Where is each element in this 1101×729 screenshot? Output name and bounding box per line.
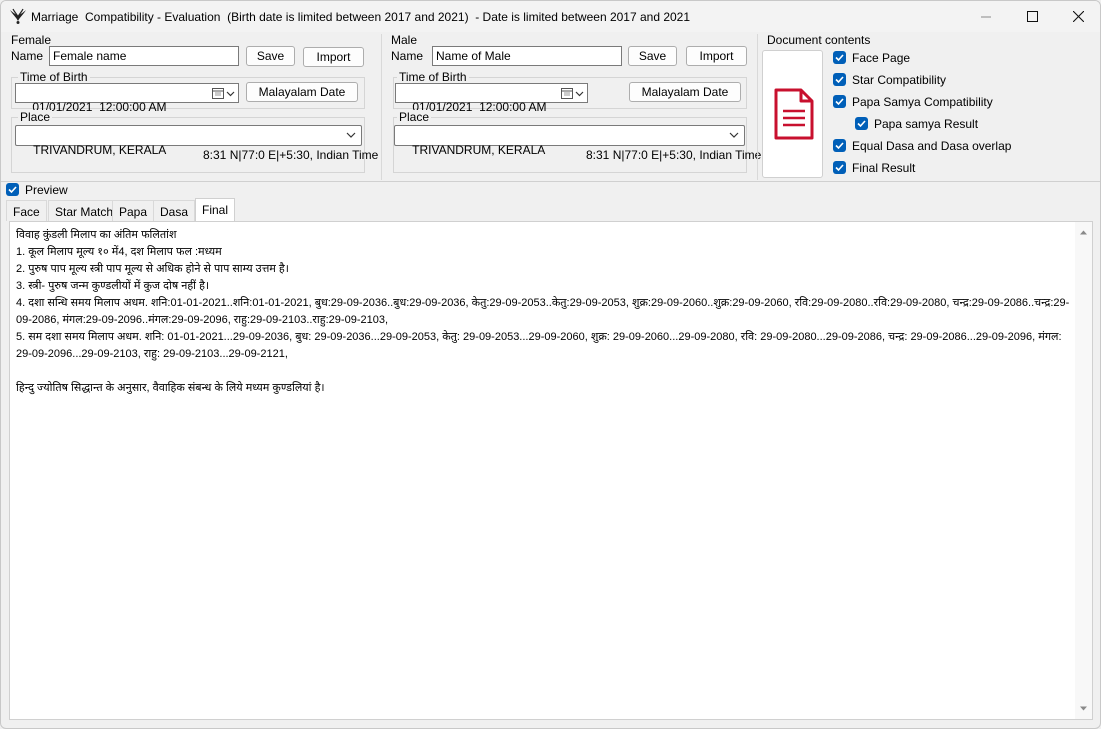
star-compatibility-checkbox[interactable] (833, 73, 846, 86)
male-coords: 8:31 N|77:0 E|+5:30, Indian Time (586, 148, 762, 162)
tab-face[interactable]: Face (6, 200, 47, 221)
papa-samya-result-checkbox[interactable] (855, 117, 868, 130)
vertical-scrollbar[interactable] (1075, 222, 1092, 719)
minimize-icon (981, 16, 991, 17)
face-page-label[interactable]: Face Page (852, 51, 910, 65)
male-group-label: Male (391, 33, 418, 47)
app-window: Marriage Compatibility - Evaluation (Bir… (0, 0, 1101, 729)
female-group-label: Female (11, 33, 52, 47)
calendar-icon (561, 88, 573, 99)
female-malayalam-date-button[interactable]: Malayalam Date (246, 82, 358, 102)
checkmark-icon (835, 54, 844, 62)
close-button[interactable] (1055, 1, 1100, 32)
window-title: Marriage Compatibility - Evaluation (Bir… (31, 10, 691, 24)
chevron-down-icon (226, 91, 235, 97)
final-result-label[interactable]: Final Result (852, 161, 915, 175)
chevron-down-icon (729, 132, 739, 138)
tab-dasa[interactable]: Dasa (153, 200, 196, 221)
male-malayalam-date-button[interactable]: Malayalam Date (629, 82, 741, 102)
tab-final[interactable]: Final (195, 198, 236, 222)
male-name-input[interactable]: Name of Male (432, 46, 622, 66)
result-line: हिन्दु ज्योतिष सिद्धान्त के अनुसार, वैवा… (16, 382, 325, 394)
preview-divider (1, 181, 1100, 182)
female-tob-picker[interactable]: 01/01/2021 12:00:00 AM (15, 83, 239, 114)
tab-star-match[interactable]: Star Match (48, 200, 121, 221)
female-import-button[interactable]: Import (303, 47, 364, 67)
checkmark-icon (835, 142, 844, 150)
checkmark-icon (857, 120, 866, 128)
papa-samya-result-label[interactable]: Papa samya Result (874, 117, 978, 131)
female-place-value: TRIVANDRUM, KERALA (33, 143, 167, 157)
female-name-label: Name (11, 49, 44, 63)
female-name-input[interactable]: Female name (49, 46, 239, 66)
result-line (16, 363, 1071, 380)
final-result-panel[interactable]: विवाह कुंडली मिलाप का अंतिम फलितांश 1. क… (9, 221, 1093, 720)
calendar-icon (212, 88, 224, 99)
scroll-up-icon[interactable] (1079, 228, 1088, 237)
female-save-button[interactable]: Save (246, 46, 295, 66)
face-page-checkbox[interactable] (833, 51, 846, 64)
document-icon (774, 88, 814, 140)
preview-checkbox[interactable] (6, 183, 19, 196)
male-name-label: Name (391, 49, 424, 63)
female-place-label: Place (18, 110, 53, 124)
section-divider (757, 34, 758, 180)
chevron-down-icon (346, 132, 356, 138)
maximize-icon (1026, 11, 1038, 22)
final-result-text: विवाह कुंडली मिलाप का अंतिम फलितांश 1. क… (16, 227, 1071, 397)
equal-dasa-label[interactable]: Equal Dasa and Dasa overlap (852, 139, 1011, 153)
document-contents-label: Document contents (767, 33, 871, 47)
preview-label[interactable]: Preview (25, 183, 68, 197)
result-line: 4. दशा सन्धि समय मिलाप अधम. शनि:01-01-20… (16, 297, 1070, 326)
papa-samya-compatibility-checkbox[interactable] (833, 95, 846, 108)
papa-samya-compatibility-label[interactable]: Papa Samya Compatibility (852, 95, 993, 109)
scroll-down-icon[interactable] (1079, 704, 1088, 713)
male-place-label: Place (397, 110, 432, 124)
male-tob-label: Time of Birth (397, 70, 469, 84)
equal-dasa-checkbox[interactable] (833, 139, 846, 152)
male-import-button[interactable]: Import (686, 46, 747, 66)
male-tob-picker[interactable]: 01/01/2021 12:00:00 AM (395, 83, 588, 114)
result-line: 3. स्त्री- पुरुष जन्म कुण्डलीयों में कुज… (16, 280, 210, 292)
app-logo-icon (10, 8, 26, 24)
checkmark-icon (835, 98, 844, 106)
chevron-down-icon (575, 91, 584, 97)
result-line: 1. कूल मिलाप मूल्य १० में4, दश मिलाप फल … (16, 246, 222, 258)
female-tob-value: 01/01/2021 12:00:00 AM (32, 100, 167, 114)
female-tob-label: Time of Birth (18, 70, 90, 84)
result-line: 2. पुरुष पाप मूल्य स्त्री पाप मूल्य से अ… (16, 263, 289, 275)
star-compatibility-label[interactable]: Star Compatibility (852, 73, 946, 87)
document-preview-box[interactable] (762, 50, 823, 178)
final-result-checkbox[interactable] (833, 161, 846, 174)
title-bar: Marriage Compatibility - Evaluation (Bir… (1, 1, 1100, 32)
male-place-select[interactable]: TRIVANDRUM, KERALA (394, 125, 745, 157)
male-save-button[interactable]: Save (628, 46, 677, 66)
male-place-value: TRIVANDRUM, KERALA (412, 143, 546, 157)
result-line: 5. सम दशा समय मिलाप अधम. शनि: 01-01-2021… (16, 331, 1065, 360)
result-line: विवाह कुंडली मिलाप का अंतिम फलितांश (16, 229, 177, 241)
minimize-button[interactable] (963, 1, 1009, 32)
female-coords: 8:31 N|77:0 E|+5:30, Indian Time (203, 148, 379, 162)
maximize-button[interactable] (1009, 1, 1055, 32)
checkmark-icon (835, 76, 844, 84)
tab-papa[interactable]: Papa (112, 200, 155, 221)
close-icon (1072, 11, 1084, 22)
section-divider (381, 34, 382, 180)
male-tob-value: 01/01/2021 12:00:00 AM (412, 100, 547, 114)
female-place-select[interactable]: TRIVANDRUM, KERALA (15, 125, 362, 157)
checkmark-icon (8, 186, 17, 194)
checkmark-icon (835, 164, 844, 172)
